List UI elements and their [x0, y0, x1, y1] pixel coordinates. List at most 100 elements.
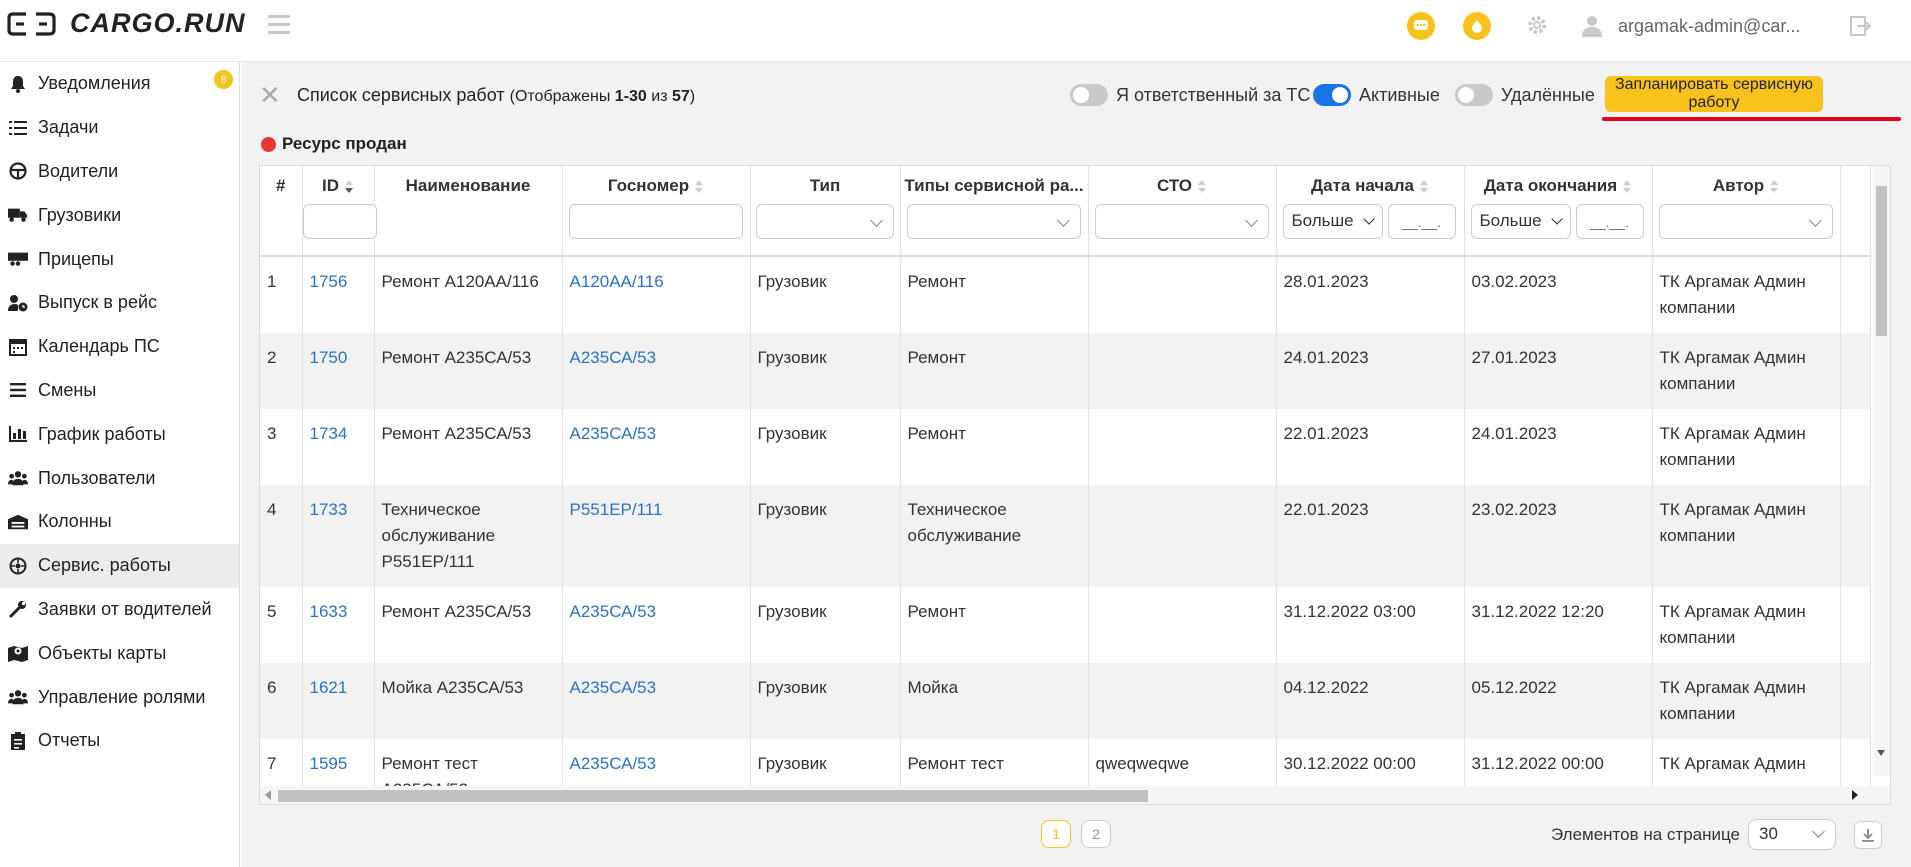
page-button[interactable]: 2	[1081, 820, 1111, 848]
sort-icon[interactable]	[1623, 179, 1632, 194]
service-type-filter-select[interactable]	[907, 204, 1081, 239]
start-date-operator-select[interactable]: Больше	[1282, 204, 1383, 239]
close-icon[interactable]: ✕	[259, 82, 281, 108]
logo[interactable]: CARGO.RUN	[6, 8, 246, 39]
per-page-select[interactable]: 30	[1748, 819, 1837, 850]
scroll-right-arrow-icon[interactable]	[1852, 790, 1858, 800]
cell-plate-link[interactable]: А235СА/53	[570, 678, 657, 697]
plan-service-work-button[interactable]: Запланировать сервисную работу	[1605, 76, 1823, 112]
title-text: Список сервисных работ	[297, 85, 505, 105]
cell-id-link[interactable]: 1633	[310, 602, 348, 621]
table-row[interactable]: 1 1756 Ремонт А120АА/116 А120АА/116 Грузовик…	[260, 256, 1871, 333]
cell-service-type: Ремонт	[900, 409, 1089, 485]
sidebar-item-users[interactable]: Пользователи	[0, 456, 239, 500]
bar-chart-icon	[8, 424, 28, 444]
cell-type: Грузовик	[750, 587, 901, 663]
col-header-plate[interactable]: Госномер	[562, 166, 751, 257]
sidebar-item-label: Объекты карты	[38, 642, 167, 663]
sidebar-item-trucks[interactable]: Грузовики	[0, 193, 239, 237]
cell-plate-link[interactable]: А235СА/53	[570, 754, 657, 773]
cell-id-link[interactable]: 1756	[310, 272, 348, 291]
sidebar-item-tasks[interactable]: Задачи	[0, 106, 239, 150]
sidebar-item-trailers[interactable]: Прицепы	[0, 237, 239, 281]
sidebar-item-label: Календарь ПС	[38, 336, 160, 357]
table-row[interactable]: 6 1621 Мойка А235СА/53 А235СА/53 Грузовик Мой…	[260, 663, 1871, 739]
toggle-switch[interactable]	[1455, 84, 1493, 106]
scrollbar-thumb[interactable]	[278, 790, 1148, 802]
vertical-scrollbar[interactable]	[1873, 166, 1890, 776]
sto-filter-select[interactable]	[1095, 204, 1269, 239]
scroll-left-arrow-icon[interactable]	[265, 790, 271, 800]
cell-plate-link[interactable]: А120АА/116	[570, 272, 664, 291]
cell-plate: А235СА/53	[562, 587, 751, 663]
sidebar-item-reports[interactable]: Отчеты	[0, 719, 239, 763]
horizontal-scrollbar[interactable]	[260, 786, 1890, 804]
scroll-down-arrow-icon[interactable]	[1877, 750, 1885, 756]
col-header-end-date[interactable]: Дата окончания Больше __.__.	[1464, 166, 1653, 257]
sidebar-item-drivers[interactable]: Водители	[0, 150, 239, 194]
cell-author: ТК Аргамак Админ компании	[1659, 348, 1806, 393]
col-header-start-date[interactable]: Дата начала Больше __.__.	[1276, 166, 1465, 257]
list-icon	[8, 118, 28, 138]
sort-icon[interactable]	[1419, 179, 1429, 194]
col-header-sto[interactable]: СТО	[1088, 166, 1277, 257]
sidebar-item-calendar[interactable]: Календарь ПС	[0, 325, 239, 369]
col-label: Дата начала	[1311, 176, 1414, 195]
sidebar-item-label: Сервис. работы	[38, 555, 171, 576]
sidebar-item-map-objects[interactable]: Объекты карты	[0, 631, 239, 675]
sidebar-item-work-schedule[interactable]: График работы	[0, 412, 239, 456]
table-row[interactable]: 2 1750 Ремонт А235СА/53 А235СА/53 Грузовик Ре…	[260, 333, 1871, 409]
menu-toggle-icon[interactable]	[268, 15, 290, 39]
sort-icon[interactable]	[1770, 179, 1779, 194]
id-filter-input[interactable]	[302, 204, 377, 239]
table-row[interactable]: 4 1733 Техническое обслуживание Р551ЕР/111…	[260, 485, 1871, 587]
table-row[interactable]: 5 1633 Ремонт А235СА/53 А235СА/53 Грузовик Ре…	[260, 587, 1871, 663]
col-header-author[interactable]: Автор	[1652, 166, 1841, 257]
start-date-input[interactable]: __.__.	[1387, 204, 1456, 239]
cell-plate-link[interactable]: А235СА/53	[570, 424, 657, 443]
sidebar-item-service-works[interactable]: Сервис. работы	[0, 543, 239, 588]
sidebar-item-columns[interactable]: Колонны	[0, 500, 239, 544]
cell-id-link[interactable]: 1621	[310, 678, 348, 697]
sort-icon[interactable]	[695, 179, 704, 194]
sort-icon[interactable]	[1198, 179, 1207, 194]
end-date-input[interactable]: __.__.	[1575, 204, 1644, 239]
toggle-deleted[interactable]: Удалённые	[1455, 84, 1595, 106]
sidebar-item-shifts[interactable]: Смены	[0, 369, 239, 413]
plate-filter-input[interactable]	[569, 204, 743, 239]
table-row[interactable]: 3 1734 Ремонт А235СА/53 А235СА/53 Грузовик Ре…	[260, 409, 1871, 485]
toggle-switch[interactable]	[1313, 84, 1351, 106]
user-menu[interactable]: argamak-admin@car...	[1580, 14, 1800, 38]
page-button[interactable]: 1	[1041, 820, 1071, 848]
sidebar-item-notifications[interactable]: Уведомления 8	[0, 62, 239, 106]
cell-plate-link[interactable]: Р551ЕР/111	[570, 500, 663, 519]
type-filter-select[interactable]	[756, 204, 894, 239]
settings-gear-icon[interactable]	[1525, 13, 1549, 42]
logout-icon[interactable]	[1848, 14, 1872, 43]
cell-service-type: Ремонт	[907, 424, 966, 443]
col-header-id[interactable]: ID	[302, 166, 377, 257]
sort-desc-icon[interactable]	[345, 179, 354, 194]
fire-icon[interactable]	[1463, 12, 1491, 40]
warehouse-icon	[8, 512, 28, 532]
sidebar-item-driver-requests[interactable]: Заявки от водителей	[0, 588, 239, 632]
cell-id-link[interactable]: 1734	[310, 424, 348, 443]
chat-icon[interactable]	[1407, 12, 1435, 40]
cell-id-link[interactable]: 1750	[310, 348, 348, 367]
cell-number: 5	[260, 587, 303, 663]
cell-end-date: 05.12.2022	[1464, 663, 1653, 739]
sidebar-item-trip-release[interactable]: Выпуск в рейс	[0, 281, 239, 325]
cell-service-type: Ремонт	[900, 256, 1089, 333]
toggle-active[interactable]: Активные	[1313, 84, 1440, 106]
cell-id-link[interactable]: 1595	[310, 754, 348, 773]
cell-plate-link[interactable]: А235СА/53	[570, 348, 657, 367]
author-filter-select[interactable]	[1659, 204, 1833, 239]
toggle-switch[interactable]	[1070, 84, 1108, 106]
download-icon[interactable]	[1854, 820, 1883, 849]
end-date-operator-select[interactable]: Больше	[1470, 204, 1571, 239]
cell-plate-link[interactable]: А235СА/53	[570, 602, 657, 621]
sidebar-item-role-management[interactable]: Управление ролями	[0, 675, 239, 719]
toggle-responsible[interactable]: Я ответственный за ТС	[1070, 84, 1310, 106]
scrollbar-thumb[interactable]	[1876, 186, 1887, 336]
cell-id-link[interactable]: 1733	[310, 500, 348, 519]
